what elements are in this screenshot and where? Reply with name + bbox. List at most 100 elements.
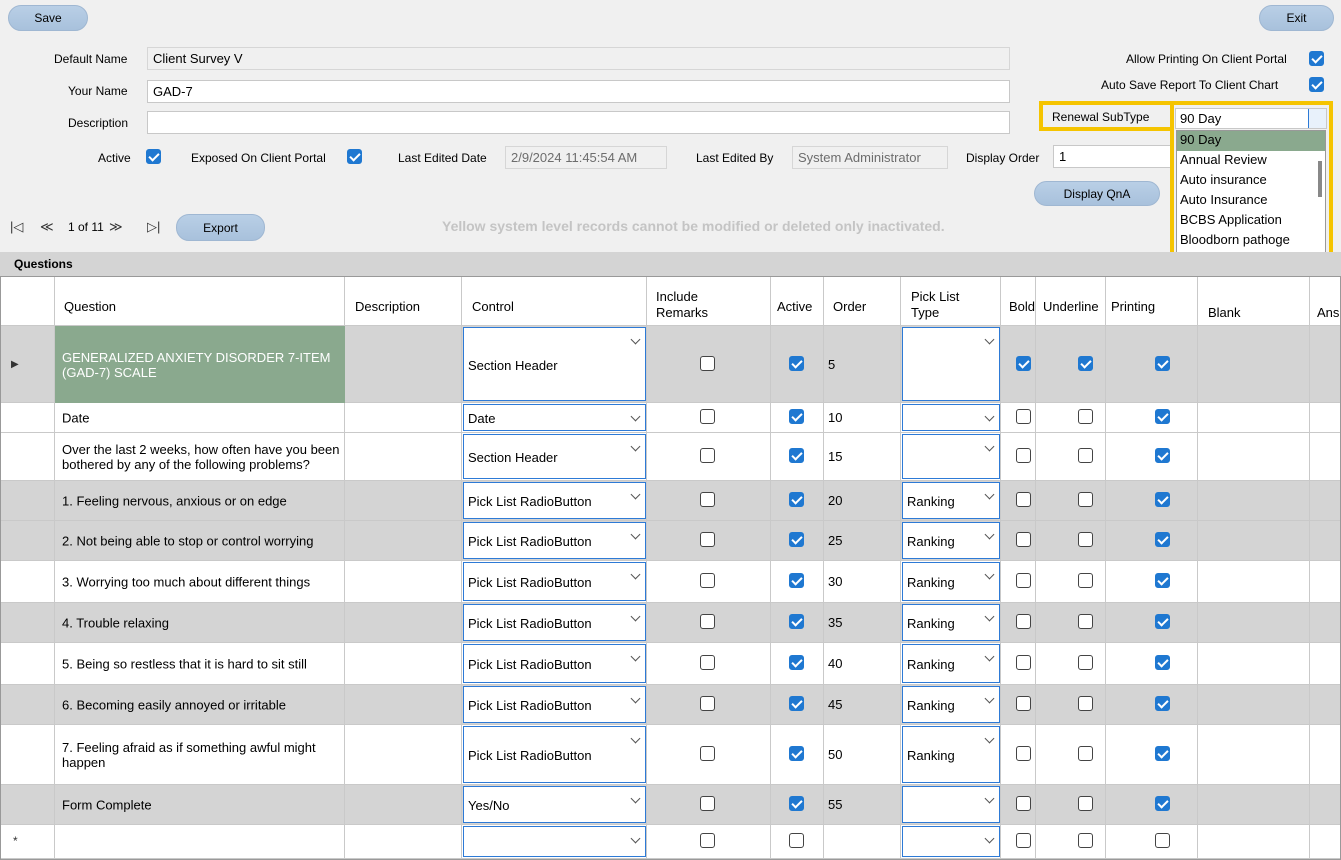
printing-checkbox[interactable] [1155, 448, 1170, 463]
control-select[interactable]: Pick List RadioButton [463, 604, 646, 641]
chevron-down-icon[interactable] [630, 693, 641, 704]
table-row[interactable]: Over the last 2 weeks, how often have yo… [1, 433, 1340, 481]
question-cell[interactable]: 5. Being so restless that it is hard to … [55, 643, 345, 685]
pick-list-select[interactable] [902, 404, 1000, 431]
control-select[interactable]: Yes/No [463, 786, 646, 823]
chevron-down-icon[interactable] [630, 833, 641, 844]
chevron-down-icon[interactable] [984, 611, 995, 622]
table-row[interactable]: 1. Feeling nervous, anxious or on edge Pi… [1, 481, 1340, 521]
chevron-down-icon[interactable] [630, 733, 641, 744]
bold-checkbox[interactable] [1016, 614, 1031, 629]
underline-checkbox[interactable] [1078, 409, 1093, 424]
table-row[interactable]: ▶ GENERALIZED ANXIETY DISORDER 7-ITEM (GA… [1, 326, 1340, 403]
bold-checkbox[interactable] [1016, 355, 1031, 371]
chevron-down-icon[interactable] [630, 611, 641, 622]
chevron-down-icon[interactable] [1308, 109, 1326, 128]
active-checkbox[interactable] [789, 492, 804, 507]
next-record-icon[interactable]: ≫ [109, 219, 123, 235]
your-name-field[interactable]: GAD-7 [147, 80, 1010, 103]
chevron-down-icon[interactable] [630, 793, 641, 804]
bold-checkbox[interactable] [1016, 448, 1031, 463]
pick-list-select[interactable]: Ranking [902, 604, 1000, 641]
renewal-subtype-select[interactable]: 90 Day [1175, 108, 1327, 129]
table-row[interactable]: 7. Feeling afraid as if something awful … [1, 725, 1340, 785]
previous-record-icon[interactable]: ≪ [40, 219, 54, 235]
chevron-down-icon[interactable] [984, 693, 995, 704]
question-cell[interactable]: 7. Feeling afraid as if something awful … [55, 725, 345, 785]
chevron-down-icon[interactable] [630, 529, 641, 540]
chevron-down-icon[interactable] [984, 334, 995, 345]
active-checkbox[interactable] [789, 573, 804, 588]
bold-checkbox[interactable] [1016, 796, 1031, 811]
bold-checkbox[interactable] [1016, 573, 1031, 588]
dropdown-scrollbar[interactable] [1318, 161, 1322, 197]
question-cell[interactable]: 3. Worrying too much about different thi… [55, 561, 345, 603]
pick-list-select[interactable]: Ranking [902, 644, 1000, 683]
question-cell[interactable]: GENERALIZED ANXIETY DISORDER 7-ITEM (GAD… [55, 326, 345, 403]
control-select[interactable]: Pick List RadioButton [463, 482, 646, 519]
bold-checkbox[interactable] [1016, 746, 1031, 761]
pick-list-select[interactable]: Ranking [902, 482, 1000, 519]
dropdown-option[interactable]: Annual Review [1177, 151, 1325, 171]
display-qna-button[interactable]: Display QnA [1034, 181, 1160, 206]
printing-checkbox[interactable] [1155, 573, 1170, 588]
question-cell[interactable]: Form Complete [55, 785, 345, 825]
last-record-icon[interactable]: ▷| [147, 219, 160, 235]
exit-button[interactable]: Exit [1259, 5, 1334, 31]
underline-checkbox[interactable] [1078, 532, 1093, 547]
printing-checkbox[interactable] [1155, 655, 1170, 670]
printing-checkbox[interactable] [1155, 614, 1170, 629]
description-field[interactable] [147, 111, 1010, 134]
display-order-field[interactable]: 1 [1053, 145, 1173, 168]
dropdown-option[interactable]: BCBS Application [1177, 211, 1325, 231]
table-row[interactable]: Form Complete Yes/No 55 [1, 785, 1340, 825]
active-checkbox[interactable] [789, 796, 804, 811]
printing-checkbox[interactable] [1155, 796, 1170, 811]
control-select[interactable]: Pick List RadioButton [463, 562, 646, 601]
table-row[interactable]: 5. Being so restless that it is hard to … [1, 643, 1340, 685]
underline-checkbox[interactable] [1078, 796, 1093, 811]
question-cell[interactable]: Over the last 2 weeks, how often have yo… [55, 433, 345, 481]
question-cell[interactable]: 6. Becoming easily annoyed or irritable [55, 685, 345, 725]
control-select[interactable]: Pick List RadioButton [463, 644, 646, 683]
bold-checkbox[interactable] [1016, 655, 1031, 670]
active-checkbox[interactable] [789, 532, 804, 547]
include-remarks-checkbox[interactable] [700, 696, 715, 711]
bold-checkbox[interactable] [1016, 696, 1031, 711]
pick-list-select[interactable] [902, 327, 1000, 401]
include-remarks-checkbox[interactable] [700, 655, 715, 670]
underline-checkbox[interactable] [1078, 655, 1093, 670]
table-row[interactable]: 4. Trouble relaxing Pick List RadioButton… [1, 603, 1340, 643]
chevron-down-icon[interactable] [984, 569, 995, 580]
chevron-down-icon[interactable] [630, 569, 641, 580]
underline-checkbox[interactable] [1078, 355, 1093, 371]
include-remarks-checkbox[interactable] [700, 532, 715, 547]
dropdown-option[interactable]: 90 Day [1177, 131, 1325, 151]
control-select[interactable]: Date [463, 404, 646, 431]
table-row[interactable]: 6. Becoming easily annoyed or irritable P… [1, 685, 1340, 725]
printing-checkbox[interactable] [1155, 833, 1170, 848]
active-checkbox[interactable] [789, 409, 804, 424]
pick-list-select[interactable]: Ranking [902, 522, 1000, 559]
chevron-down-icon[interactable] [984, 411, 995, 422]
pick-list-select[interactable]: Ranking [902, 686, 1000, 723]
active-checkbox[interactable] [789, 655, 804, 670]
table-row[interactable]: * [1, 825, 1340, 859]
printing-checkbox[interactable] [1155, 746, 1170, 761]
control-select[interactable] [463, 826, 646, 857]
chevron-down-icon[interactable] [984, 733, 995, 744]
pick-list-select[interactable]: Ranking [902, 562, 1000, 601]
dropdown-option[interactable]: Auto Insurance [1177, 191, 1325, 211]
include-remarks-checkbox[interactable] [700, 746, 715, 761]
table-row[interactable]: Date Date 10 [1, 403, 1340, 433]
underline-checkbox[interactable] [1078, 833, 1093, 848]
printing-checkbox[interactable] [1155, 492, 1170, 507]
export-button[interactable]: Export [176, 214, 265, 241]
control-select[interactable]: Pick List RadioButton [463, 522, 646, 559]
active-checkbox[interactable] [789, 833, 804, 848]
question-cell[interactable]: 2. Not being able to stop or control wor… [55, 521, 345, 561]
chevron-down-icon[interactable] [984, 651, 995, 662]
control-select[interactable]: Section Header [463, 327, 646, 401]
bold-checkbox[interactable] [1016, 492, 1031, 507]
include-remarks-checkbox[interactable] [700, 833, 715, 848]
